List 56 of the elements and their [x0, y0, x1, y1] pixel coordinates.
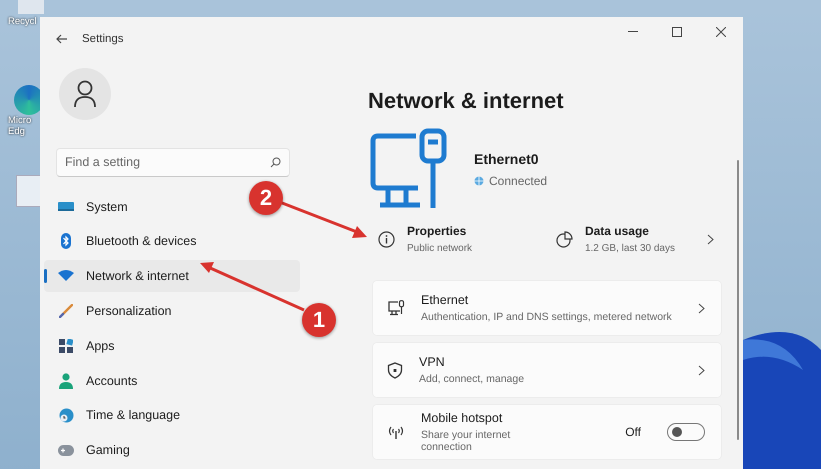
card-subtitle: Authentication, IP and DNS settings, metered network — [421, 311, 673, 323]
scrollbar[interactable] — [737, 160, 739, 440]
desktop-icon-label: Recycl — [8, 16, 37, 27]
card-title: Mobile hotspot — [421, 411, 504, 425]
maximize-icon — [672, 26, 682, 36]
desktop-icon-label: Micro — [8, 115, 32, 126]
data-usage-link[interactable]: Data usage 1.2 GB, last 30 days — [556, 224, 714, 254]
properties-subtitle: Public network — [407, 243, 472, 254]
minimize-icon — [628, 30, 638, 32]
settings-card[interactable]: Ethernet Authentication, IP and DNS settings, metered network — [372, 280, 722, 336]
sidebar-item[interactable]: Accounts — [44, 364, 300, 396]
apps-icon — [59, 338, 73, 353]
monitor-icon — [58, 200, 74, 213]
window-title: Settings — [82, 32, 124, 44]
properties-title: Properties — [407, 224, 468, 238]
chevron-icon — [698, 364, 705, 376]
sidebar-item[interactable]: Network & internet — [44, 260, 300, 292]
close-icon — [716, 26, 726, 36]
card-subtitle: Add, connect, manage — [419, 373, 526, 385]
gamepad-icon — [58, 444, 74, 456]
sidebar-item[interactable]: Time & language — [44, 399, 300, 432]
data-usage-subtitle: 1.2 GB, last 30 days — [584, 243, 675, 254]
card-title: VPN — [419, 355, 446, 369]
toggle-state: Off — [625, 425, 641, 439]
search-icon — [270, 156, 281, 168]
page-title: Network & internet — [368, 88, 565, 114]
sidebar-item[interactable]: Gaming — [44, 434, 300, 466]
globe-clock-icon — [58, 408, 74, 423]
back-arrow-icon[interactable] — [56, 34, 68, 44]
connection-status: Connected — [489, 174, 548, 188]
chevron-icon — [698, 302, 705, 314]
hotspot-icon — [387, 424, 405, 440]
info-icon — [378, 230, 395, 248]
properties-link[interactable]: Properties Public network — [378, 224, 472, 254]
data-usage-title: Data usage — [584, 224, 650, 238]
pie-chart-icon — [556, 230, 573, 248]
settings-card[interactable]: Mobile hotspot Share your internet connection Off — [372, 404, 722, 460]
avatar[interactable] — [59, 68, 111, 120]
toggle-switch[interactable] — [667, 423, 705, 441]
sidebar-item[interactable]: Personalization — [44, 295, 300, 327]
search-field[interactable]: Find a setting — [56, 148, 290, 177]
settings-card[interactable]: VPN Add, connect, manage — [372, 342, 722, 398]
brush-icon — [59, 304, 73, 318]
card-title: Ethernet — [421, 293, 470, 307]
sidebar-item[interactable]: Apps — [44, 330, 300, 362]
wifi-icon — [58, 270, 74, 282]
globe-icon — [474, 176, 484, 186]
shield-icon — [387, 362, 403, 378]
ethernet-monitor-icon — [387, 300, 405, 316]
desktop-icon-label: Edg — [8, 126, 25, 137]
bluetooth-icon — [60, 233, 72, 250]
adapter-name: Ethernet0 — [474, 150, 540, 166]
chevron-icon — [707, 234, 714, 244]
person-icon — [59, 372, 73, 389]
card-subtitle: Share your internet connection — [421, 429, 512, 453]
sidebar-item[interactable]: Bluetooth & devices — [44, 225, 300, 258]
